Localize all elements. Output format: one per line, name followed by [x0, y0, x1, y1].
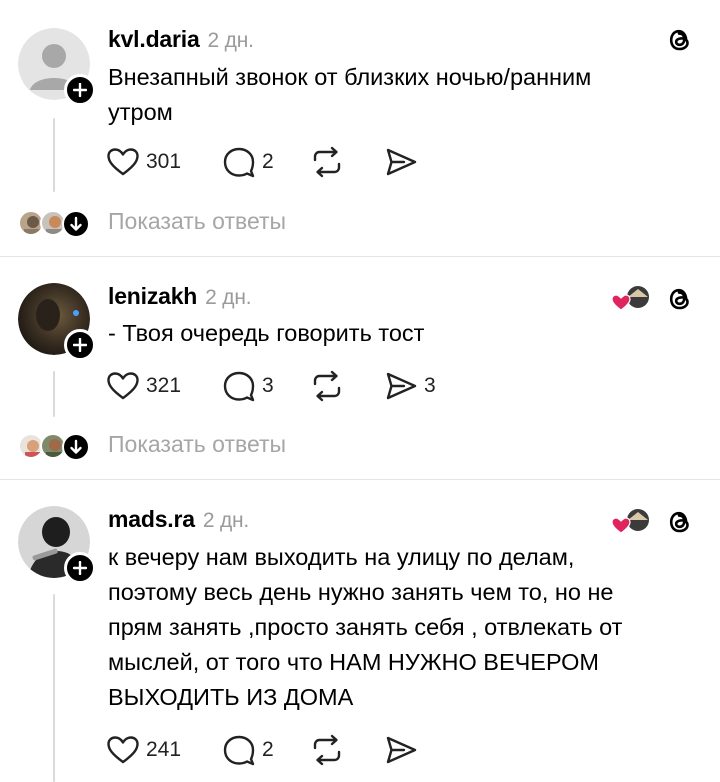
- like-count: 301: [146, 150, 182, 173]
- follow-button[interactable]: [64, 74, 96, 106]
- comment-count: 2: [262, 150, 274, 173]
- threads-logo-icon[interactable]: [664, 506, 696, 538]
- text-line: мыслей, от того что НАМ НУЖНО ВЕЧЕРОМ: [108, 649, 599, 675]
- share-button[interactable]: 3: [384, 369, 436, 403]
- username[interactable]: kvl.daria: [108, 26, 200, 52]
- timestamp: 2 дн.: [207, 29, 254, 52]
- avatar[interactable]: [18, 28, 96, 106]
- comment-button[interactable]: 2: [222, 733, 274, 767]
- liked-by-author-indicator: [612, 286, 649, 311]
- text-line: ВЫХОДИТЬ ИЗ ДОМА: [108, 684, 354, 710]
- heart-icon: [107, 736, 139, 764]
- arrow-down-icon: [70, 439, 82, 454]
- username-row: mads.ra 2 дн.: [108, 506, 249, 533]
- text-line: поэтому весь день нужно занять чем то, н…: [108, 579, 614, 605]
- plus-icon: [73, 83, 87, 97]
- avatar[interactable]: [18, 506, 96, 584]
- share-button[interactable]: [384, 145, 418, 179]
- like-button[interactable]: 321: [106, 369, 181, 403]
- send-icon: [386, 148, 417, 176]
- heart-icon: [107, 148, 139, 176]
- comment-count: 2: [262, 738, 274, 761]
- expand-replies-button[interactable]: [62, 433, 90, 461]
- threads-logo-icon[interactable]: [664, 283, 696, 315]
- show-replies-link[interactable]: Показать ответы: [108, 208, 286, 235]
- username-row: kvl.daria 2 дн.: [108, 26, 254, 53]
- text-line: прям занять ,просто занять себя , отвлек…: [108, 614, 623, 640]
- arrow-down-icon: [70, 216, 82, 231]
- show-replies-row[interactable]: Показать ответы: [0, 204, 720, 244]
- avatar[interactable]: [18, 283, 96, 361]
- plus-icon: [73, 338, 87, 352]
- post-text: - Твоя очередь говорить тост: [108, 316, 698, 351]
- heart-icon: [107, 372, 139, 400]
- comment-count: 3: [262, 374, 274, 397]
- thread-line: [53, 118, 55, 192]
- text-line: к вечеру нам выходить на улицу по делам,: [108, 544, 575, 570]
- threads-logo-icon[interactable]: [664, 24, 696, 56]
- like-button[interactable]: 241: [106, 733, 181, 767]
- repost-arrows-icon: [313, 734, 341, 766]
- repost-button[interactable]: [310, 733, 344, 767]
- comment-bubble-icon: [223, 147, 255, 178]
- post-text: к вечеру нам выходить на улицу по делам,…: [108, 540, 698, 715]
- follow-button[interactable]: [64, 552, 96, 584]
- comment-button[interactable]: 3: [222, 369, 274, 403]
- comment-bubble-icon: [223, 735, 255, 766]
- send-icon: [386, 736, 417, 764]
- thread-line: [53, 594, 55, 782]
- post-text: Внезапный звонок от близких ночью/ранним…: [108, 60, 698, 130]
- plus-icon: [73, 561, 87, 575]
- thread-line: [53, 371, 55, 417]
- timestamp: 2 дн.: [205, 286, 252, 309]
- show-replies-row[interactable]: Показать ответы: [0, 427, 720, 467]
- text-line: Внезапный звонок от близких ночью/ранним: [108, 64, 592, 90]
- share-count: 3: [424, 374, 436, 397]
- repost-button[interactable]: [310, 369, 344, 403]
- comment-button[interactable]: 2: [222, 145, 274, 179]
- expand-replies-button[interactable]: [62, 210, 90, 238]
- repost-arrows-icon: [313, 370, 341, 402]
- text-line: - Твоя очередь говорить тост: [108, 320, 425, 346]
- share-button[interactable]: [384, 733, 418, 767]
- comment-bubble-icon: [223, 371, 255, 402]
- like-count: 321: [146, 374, 182, 397]
- timestamp: 2 дн.: [202, 509, 250, 532]
- username[interactable]: lenizakh: [108, 283, 197, 309]
- show-replies-link[interactable]: Показать ответы: [108, 431, 286, 458]
- like-button[interactable]: 301: [106, 145, 181, 179]
- send-icon: [386, 372, 417, 400]
- follow-button[interactable]: [64, 329, 96, 361]
- repost-button[interactable]: [310, 145, 344, 179]
- username[interactable]: mads.ra: [108, 506, 195, 532]
- repost-arrows-icon: [313, 146, 341, 178]
- like-count: 241: [146, 738, 182, 761]
- text-line: утром: [108, 99, 173, 125]
- username-row: lenizakh 2 дн.: [108, 283, 252, 310]
- post-mads-ra[interactable]: mads.ra 2 дн. к вечеру нам выходить на ул…: [0, 480, 720, 782]
- liked-by-author-indicator: [612, 509, 649, 534]
